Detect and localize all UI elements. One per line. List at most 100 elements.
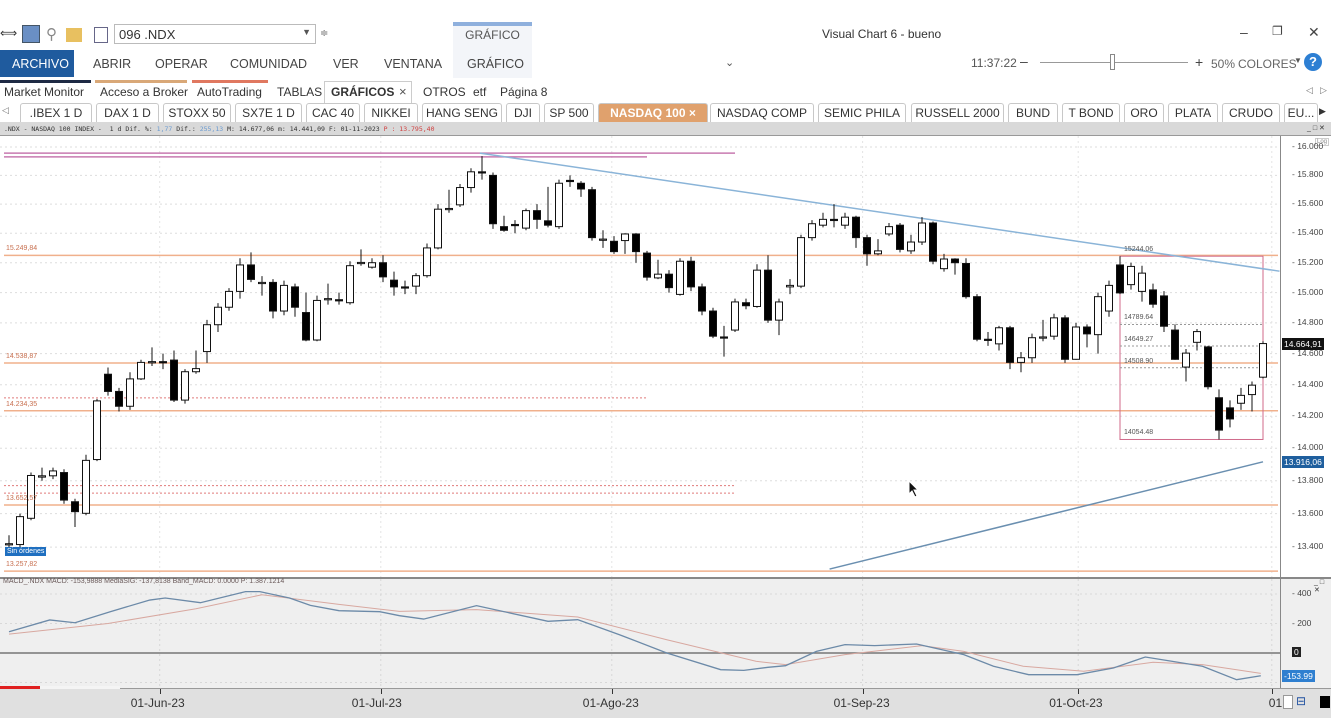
fibonacci-label: 14649.27 [1124,335,1154,343]
save-layout-icon[interactable]: ⊟ [1296,694,1306,708]
pin-icon[interactable]: ⚲ [46,25,64,43]
tab-operar[interactable]: OPERAR [155,57,208,71]
instrument-tab[interactable]: STOXX 50 [163,103,231,122]
workspace-icon[interactable] [22,25,40,43]
tab-acceso-broker[interactable]: Acceso a Broker [100,85,188,99]
instrument-tab[interactable]: SEMIC PHILA [818,103,906,122]
candle-up [137,361,145,380]
candle-down [115,390,123,407]
close-tab-icon[interactable]: × [399,84,407,99]
tab-graficos[interactable]: GRÁFICOS × [324,81,412,103]
zoom-out-button[interactable]: – [1020,53,1028,69]
folder-icon[interactable] [66,28,82,42]
price-chart[interactable] [0,136,1280,577]
date-label: 01-Oct-23 [1049,696,1103,710]
instrument-tab[interactable]: NASDAQ COMP [710,103,814,122]
price-level-label: 13.652,57 [6,494,38,502]
zoom-fit-icon[interactable] [1283,695,1293,709]
candle-down [511,223,519,227]
tab-ver[interactable]: VER [333,57,359,71]
symbol-combo[interactable]: 096 .NDX ▼ [114,24,316,44]
tab-ventana[interactable]: VENTANA [384,57,442,71]
candle-up [731,301,739,331]
chevron-down-icon: ▼ [302,27,311,37]
macd-axis[interactable]: _ □ ✕ - 400 - 200 0 -153.99 [1280,577,1331,688]
tab-tablas[interactable]: TABLAS [277,85,322,99]
customize-icon[interactable]: ≑ [320,28,328,39]
candle-up [522,210,530,229]
tab-grafico[interactable]: GRÁFICO [467,57,524,71]
instrument-tab[interactable]: SX7E 1 D [235,103,302,122]
candle-up [1138,272,1146,292]
tab-otros[interactable]: OTROS [423,85,466,99]
instrument-tab[interactable]: NASDAQ 100 × [598,103,708,122]
collapse-ribbon-icon[interactable]: ⌄ [725,56,734,69]
instrument-tab[interactable]: .IBEX 1 D [20,103,92,122]
candle-up [445,207,453,211]
panel-window-controls[interactable]: _ □ ✕ [1307,124,1325,132]
minimize-button[interactable]: – [1240,24,1248,40]
price-axis[interactable]: Log - 16.000- 15.800- 15.600- 15.400- 15… [1280,136,1331,577]
zoom-slider[interactable] [1040,54,1188,70]
instrument-tab[interactable]: NIKKEI [364,103,418,122]
instrument-tab[interactable]: DAX 1 D [96,103,159,122]
candle-up [368,262,376,268]
instrument-tab[interactable]: T BOND [1062,103,1120,122]
candle-up [808,223,816,239]
instrument-tab[interactable]: PLATA [1168,103,1218,122]
instrument-tab[interactable]: BUND [1008,103,1058,122]
info-pct: 1,77 [156,125,173,133]
candle-down [830,218,838,222]
instrument-tab[interactable]: CAC 40 [306,103,360,122]
instrument-tab[interactable]: RUSSELL 2000 [911,103,1004,122]
date-label: 01-Ago-23 [582,696,639,710]
tab-market-monitor[interactable]: Market Monitor [4,85,84,99]
zoom-level: 50% [1211,57,1236,71]
tab-etf[interactable]: etf [473,85,486,99]
instrument-tab[interactable]: EU... [1284,103,1318,122]
zoom-slider-thumb[interactable] [1110,54,1115,70]
instrument-info-bar: .NDX - NASDAQ 100 INDEX - 1 d Dif. %: 1,… [0,122,1331,136]
candle-up [467,171,475,189]
candle-up [874,250,882,255]
help-icon[interactable]: ? [1304,53,1322,71]
colors-dropdown-icon[interactable]: ▼ [1294,56,1302,65]
tab-pagina-8[interactable]: Página 8 [500,85,547,99]
candle-down [577,182,585,190]
price-tick-label: - 14.800 [1292,316,1324,327]
tab-autotrading[interactable]: AutoTrading [197,85,262,99]
macd-panel[interactable] [0,577,1280,688]
tab-abrir[interactable]: ABRIR [93,57,131,71]
template-icon[interactable] [94,27,108,43]
instrument-tab[interactable]: HANG SENG [422,103,502,122]
scroll-left-icon[interactable]: ◁ [1306,85,1313,96]
candle-down [379,262,387,278]
progress-bar [0,686,40,689]
link-icon[interactable]: ⟺ [0,26,18,44]
zoom-in-button[interactable]: + [1195,54,1203,70]
close-button[interactable]: ✕ [1308,24,1320,41]
price-tick-label: - 13.400 [1292,541,1324,552]
scroll-right-icon[interactable]: ▷ [1320,85,1327,96]
macd-window-controls[interactable]: _ □ ✕ [1314,579,1331,594]
instrument-tab[interactable]: DJI [506,103,540,122]
instrument-tab[interactable]: CRUDO [1222,103,1280,122]
instrument-tab[interactable]: ORO [1124,103,1164,122]
candle-up [676,260,684,295]
candle-down [1204,346,1212,388]
tab-graficos-label: GRÁFICOS [331,85,395,99]
tab-archivo[interactable]: ARCHIVO [0,50,74,77]
instrument-tab[interactable]: SP 500 [544,103,594,122]
candle-up [93,400,101,461]
restore-button[interactable]: ❐ [1272,24,1283,38]
macd-header: MACD_.NDX MACD: -153,9888 MediaSIG: -137… [3,578,285,585]
color-swatch[interactable] [1320,696,1330,708]
candle-up [126,378,134,407]
instrument-scroll-right-icon[interactable]: ▶ [1319,106,1326,117]
tab-comunidad[interactable]: COMUNIDAD [230,57,307,71]
candle-down [104,373,112,392]
candle-up [940,258,948,270]
candle-up [1072,326,1080,360]
instrument-scroll-left-icon[interactable]: ◁ [2,105,9,116]
colors-menu[interactable]: COLORES [1238,57,1297,71]
